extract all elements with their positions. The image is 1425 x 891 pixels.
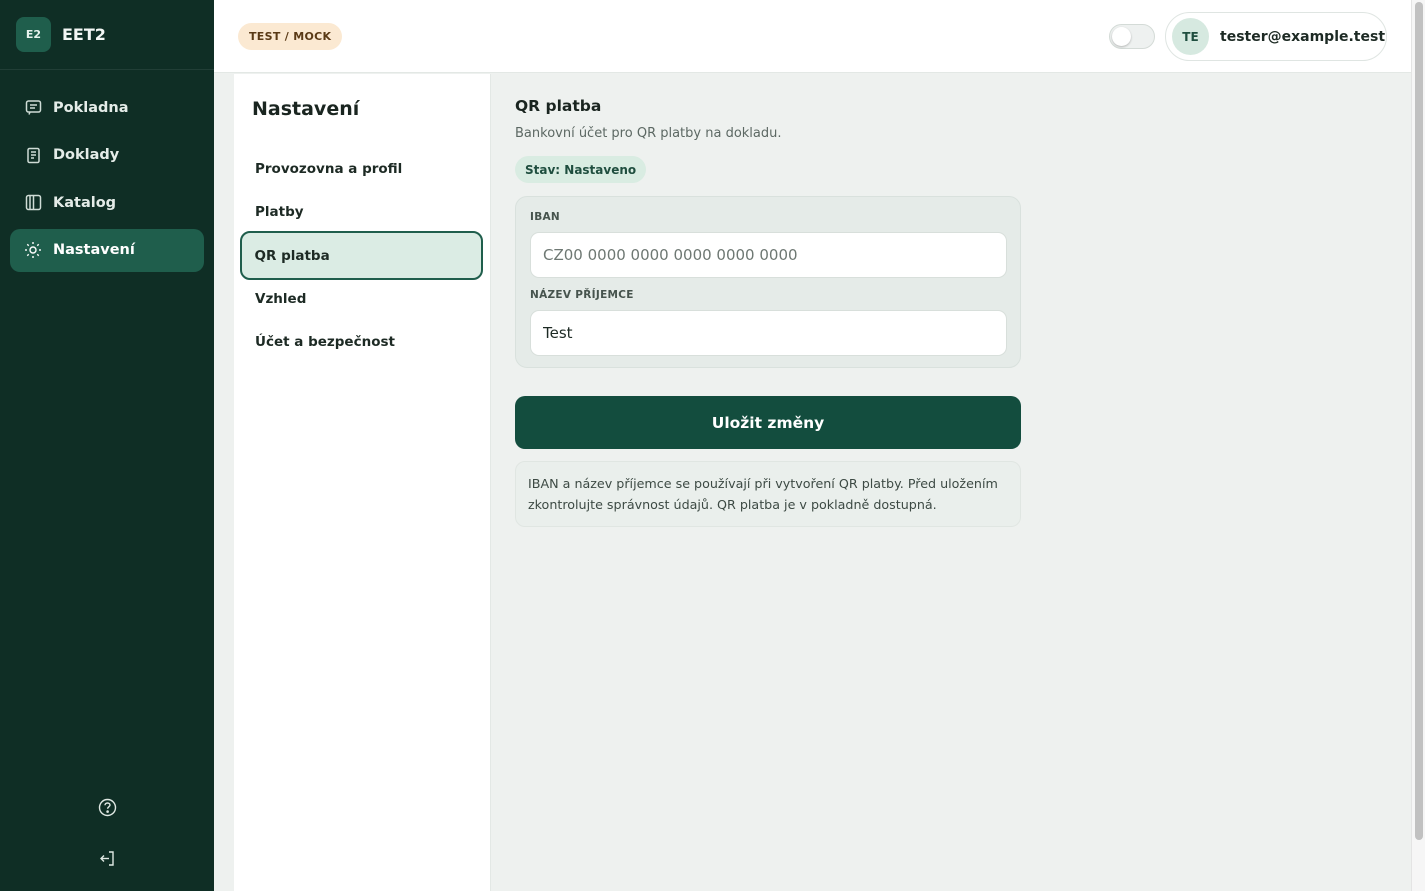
book-icon bbox=[24, 194, 42, 212]
section-title: QR platba bbox=[515, 97, 602, 115]
sun-settings-icon bbox=[24, 241, 42, 259]
iban-input[interactable] bbox=[530, 232, 1007, 278]
sidebar-item-label: Nastavení bbox=[53, 242, 135, 258]
settings-item-platby[interactable]: Platby bbox=[240, 187, 483, 236]
recipient-input[interactable] bbox=[530, 310, 1007, 356]
page-title: Nastavení bbox=[252, 98, 360, 120]
brand-logo: E2 bbox=[16, 17, 51, 52]
sidebar-item-label: Doklady bbox=[53, 147, 120, 163]
sidebar-item-katalog[interactable]: Katalog bbox=[10, 181, 204, 224]
topbar: TEST / MOCK TE tester@example.test bbox=[214, 0, 1411, 73]
sidebar-item-label: Katalog bbox=[53, 194, 117, 211]
sidebar-item-label: Pokladna bbox=[53, 99, 129, 116]
recipient-label: NÁZEV PŘÍJEMCE bbox=[530, 289, 634, 301]
env-badge: TEST / MOCK bbox=[238, 23, 343, 50]
sidebar-item-nastaveni[interactable]: Nastavení bbox=[10, 228, 204, 272]
iban-label: IBAN bbox=[530, 211, 561, 223]
settings-item-qr-platba[interactable]: QR platba bbox=[240, 231, 483, 280]
info-note: IBAN a název příjemce se používají při v… bbox=[515, 461, 1021, 527]
help-icon bbox=[98, 798, 117, 821]
theme-toggle[interactable] bbox=[1109, 24, 1155, 49]
toggle-knob bbox=[1112, 27, 1131, 46]
qr-settings-panel: QR platba Bankovní účet pro QR platby na… bbox=[491, 74, 1411, 891]
user-email: tester@example.test bbox=[1220, 28, 1386, 45]
status-badge: Stav: Nastaveno bbox=[515, 156, 647, 183]
settings-item-ucet[interactable]: Účet a bezpečnost bbox=[240, 317, 483, 366]
sidebar: E2 EET2 Pokladna Doklady Katalog Nastave… bbox=[0, 0, 214, 891]
page-scrollbar[interactable] bbox=[1411, 0, 1425, 891]
settings-item-vzhled[interactable]: Vzhled bbox=[240, 274, 483, 323]
logout-icon bbox=[98, 849, 117, 872]
brand-name: EET2 bbox=[62, 25, 106, 44]
user-menu[interactable]: TE tester@example.test bbox=[1165, 12, 1387, 61]
sidebar-item-pokladna[interactable]: Pokladna bbox=[10, 86, 204, 129]
logout-button[interactable] bbox=[0, 849, 214, 872]
save-button[interactable]: Uložit změny bbox=[515, 396, 1021, 449]
qr-form-card: IBAN NÁZEV PŘÍJEMCE bbox=[515, 196, 1021, 368]
sidebar-item-doklady[interactable]: Doklady bbox=[10, 134, 204, 177]
settings-nav: Nastavení Provozovna a profil Platby QR … bbox=[234, 74, 491, 891]
settings-item-provozovna[interactable]: Provozovna a profil bbox=[240, 144, 483, 193]
avatar: TE bbox=[1172, 18, 1209, 55]
help-button[interactable] bbox=[0, 798, 214, 821]
brand[interactable]: E2 EET2 bbox=[0, 0, 214, 70]
document-icon bbox=[24, 146, 42, 164]
sidebar-nav: Pokladna Doklady Katalog Nastavení bbox=[0, 70, 214, 272]
receipt-icon bbox=[24, 99, 42, 117]
scrollbar-thumb[interactable] bbox=[1415, 2, 1423, 840]
section-subtitle: Bankovní účet pro QR platby na dokladu. bbox=[515, 126, 782, 141]
